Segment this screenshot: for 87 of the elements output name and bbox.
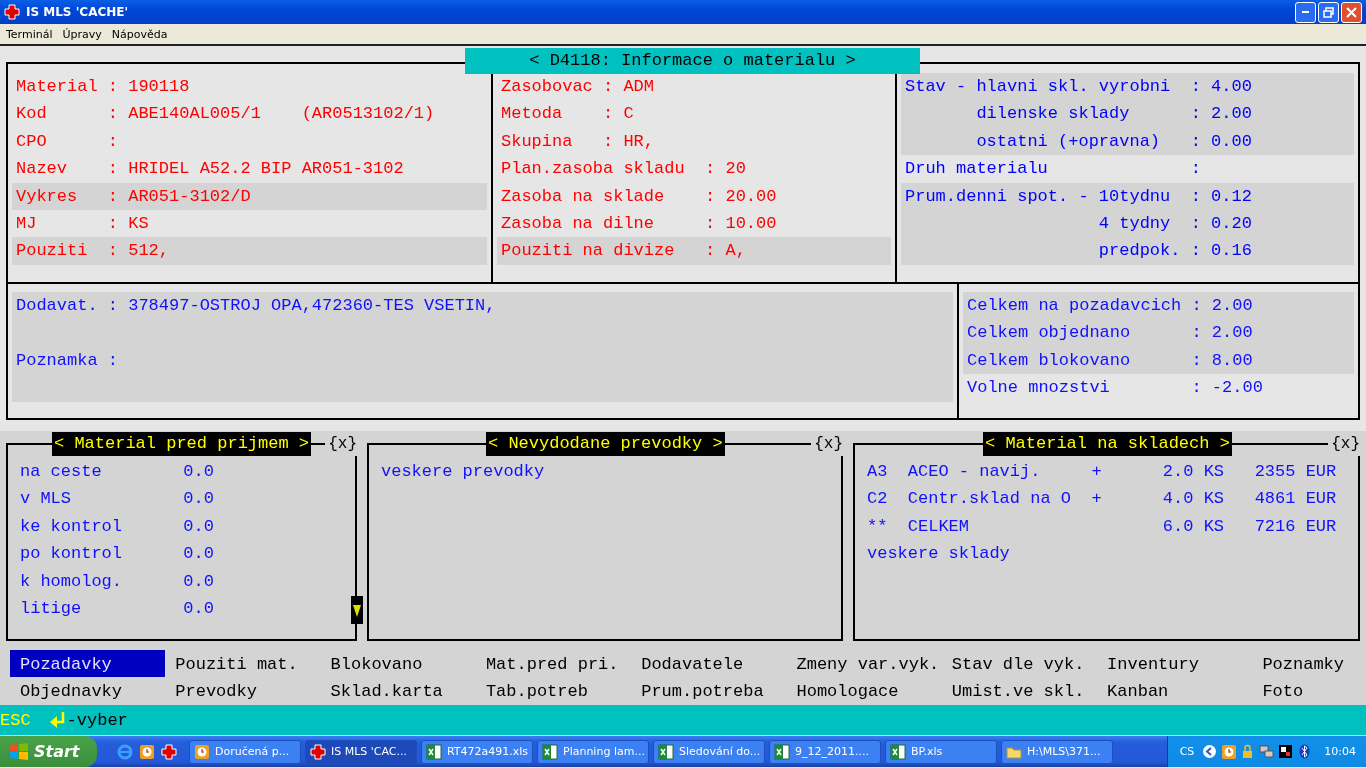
minimize-button[interactable] xyxy=(1295,1,1316,23)
list-line: k homolog. 0.0 xyxy=(19,570,215,593)
function-key[interactable]: Objednavky xyxy=(10,677,166,704)
taskbar-button[interactable]: Doručená p... xyxy=(189,739,301,764)
taskbar-button[interactable]: Planning lam... xyxy=(537,739,649,764)
info-line: Kod : ABE140AL005/1 (AR0513102/1) xyxy=(15,103,436,126)
function-key[interactable]: Sklad.karta xyxy=(320,677,476,704)
close-icon xyxy=(1346,6,1357,18)
function-key[interactable]: Homologace xyxy=(786,677,942,704)
info-line: CPO : xyxy=(15,130,120,153)
function-key[interactable]: Kanban xyxy=(1097,677,1253,704)
function-key[interactable]: Mat.pred pri. xyxy=(475,650,632,677)
menu-item[interactable]: Úpravy xyxy=(62,27,102,41)
window-title: IS MLS 'CACHE' xyxy=(26,5,130,19)
function-key[interactable]: Prum.potreba xyxy=(631,677,787,704)
info-line: Dodavat. : 378497-OSTROJ OPA,472360-TES VSETIN, xyxy=(15,295,497,317)
list-line: ** CELKEM 6.0 KS 7216 EUR xyxy=(866,515,1338,538)
function-key[interactable]: Stav dle vyk. xyxy=(941,650,1098,677)
escape-key: ESC xyxy=(0,710,31,730)
info-line: Poznamka : xyxy=(15,349,120,372)
panel-title: < Material na skladech > xyxy=(983,432,1232,456)
info-line: MJ : KS xyxy=(15,212,150,235)
start-button[interactable]: Start xyxy=(0,736,97,767)
list-line: ke kontrol 0.0 xyxy=(19,515,215,538)
info-line: Plan.zasoba skladu : 20 xyxy=(500,158,747,181)
list-line: na ceste 0.0 xyxy=(19,461,215,483)
list-line: C2 Centr.sklad na O + 4.0 KS 4861 EUR xyxy=(866,488,1338,511)
language-indicator[interactable]: CS xyxy=(1179,745,1195,758)
function-key[interactable]: Pozadavky xyxy=(10,650,166,677)
taskbar-button[interactable]: BP.xls xyxy=(885,739,997,764)
list-line: po kontrol 0.0 xyxy=(19,543,215,566)
info-line: Zasobovac : ADM xyxy=(500,76,656,98)
taskbar-button[interactable]: RT472a491.xls xyxy=(421,739,533,764)
function-key[interactable]: Inventury xyxy=(1097,650,1253,677)
cross-icon xyxy=(4,4,20,20)
enter-icon xyxy=(48,711,67,729)
info-line: Zasoba na sklade : 20.00 xyxy=(500,185,778,208)
info-line: Skupina : HR, xyxy=(500,130,656,153)
restore-icon xyxy=(1323,6,1334,18)
menu-item[interactable]: Nápověda xyxy=(111,27,168,41)
info-line: Material : 190118 xyxy=(15,76,191,98)
clock-icon[interactable] xyxy=(1221,744,1237,759)
restore-button[interactable] xyxy=(1318,1,1339,23)
screen-title: < D4118: Informace o materialu > xyxy=(465,48,920,74)
info-line: Nazev : HRIDEL A52.2 BIP AR051-3102 xyxy=(15,158,405,181)
taskbar-button[interactable]: IS MLS 'CAC... xyxy=(305,739,417,764)
spreadsheet-icon xyxy=(542,743,558,760)
taskbar-button[interactable]: H:\MLS\371... xyxy=(1001,739,1113,764)
clock-icon xyxy=(194,743,210,760)
close-button[interactable] xyxy=(1341,1,1362,23)
windows-flag-icon xyxy=(8,741,30,762)
function-key[interactable]: Zmeny var.vyk. xyxy=(786,650,942,677)
spreadsheet-icon xyxy=(774,743,790,760)
minimize-icon xyxy=(1302,11,1309,13)
function-key[interactable]: Prevodky xyxy=(165,677,321,704)
total-line: Volne mnozstvi : -2.00 xyxy=(966,377,1264,400)
menu-item[interactable]: Terminál xyxy=(6,27,53,41)
cross-icon[interactable] xyxy=(161,743,177,760)
function-key[interactable]: Dodavatele xyxy=(631,650,787,677)
taskbar-button[interactable]: 9_12_2011.... xyxy=(769,739,881,764)
clock-icon[interactable] xyxy=(139,743,155,760)
info-line: Metoda : C xyxy=(500,103,635,126)
list-line: A3 ACEO - navij. + 2.0 KS 2355 EUR xyxy=(866,461,1338,483)
scroll-down-icon[interactable] xyxy=(351,596,363,624)
function-key[interactable]: Poznamky xyxy=(1252,650,1366,677)
panel-title: < Material pred prijmem > xyxy=(52,432,312,456)
info-line: Druh materialu : xyxy=(904,158,1202,181)
spreadsheet-icon xyxy=(658,743,674,760)
clock-time: 10:04 xyxy=(1324,745,1356,758)
list-line: veskere sklady xyxy=(866,543,1011,566)
chevron-icon[interactable] xyxy=(1202,744,1218,759)
function-key[interactable]: Tab.potreb xyxy=(475,677,632,704)
info-line: Zasoba na dilne : 10.00 xyxy=(500,212,778,235)
list-line: veskere prevodky xyxy=(380,461,546,483)
spreadsheet-icon xyxy=(890,743,906,760)
cross-icon xyxy=(310,743,326,760)
monitor-icon[interactable] xyxy=(1278,744,1294,759)
function-key[interactable]: Foto xyxy=(1252,677,1366,704)
function-key[interactable]: Blokovano xyxy=(320,650,476,677)
status-text: -vyber xyxy=(66,710,128,730)
panel-title: < Nevydodane prevodky > xyxy=(486,432,725,456)
taskbar-button[interactable]: Sledování do... xyxy=(653,739,765,764)
list-line: v MLS 0.0 xyxy=(19,488,215,511)
function-key[interactable]: Pouziti mat. xyxy=(165,650,321,677)
list-line: litige 0.0 xyxy=(19,597,215,620)
function-key[interactable]: Umist.ve skl. xyxy=(941,677,1098,704)
spreadsheet-icon xyxy=(426,743,442,760)
